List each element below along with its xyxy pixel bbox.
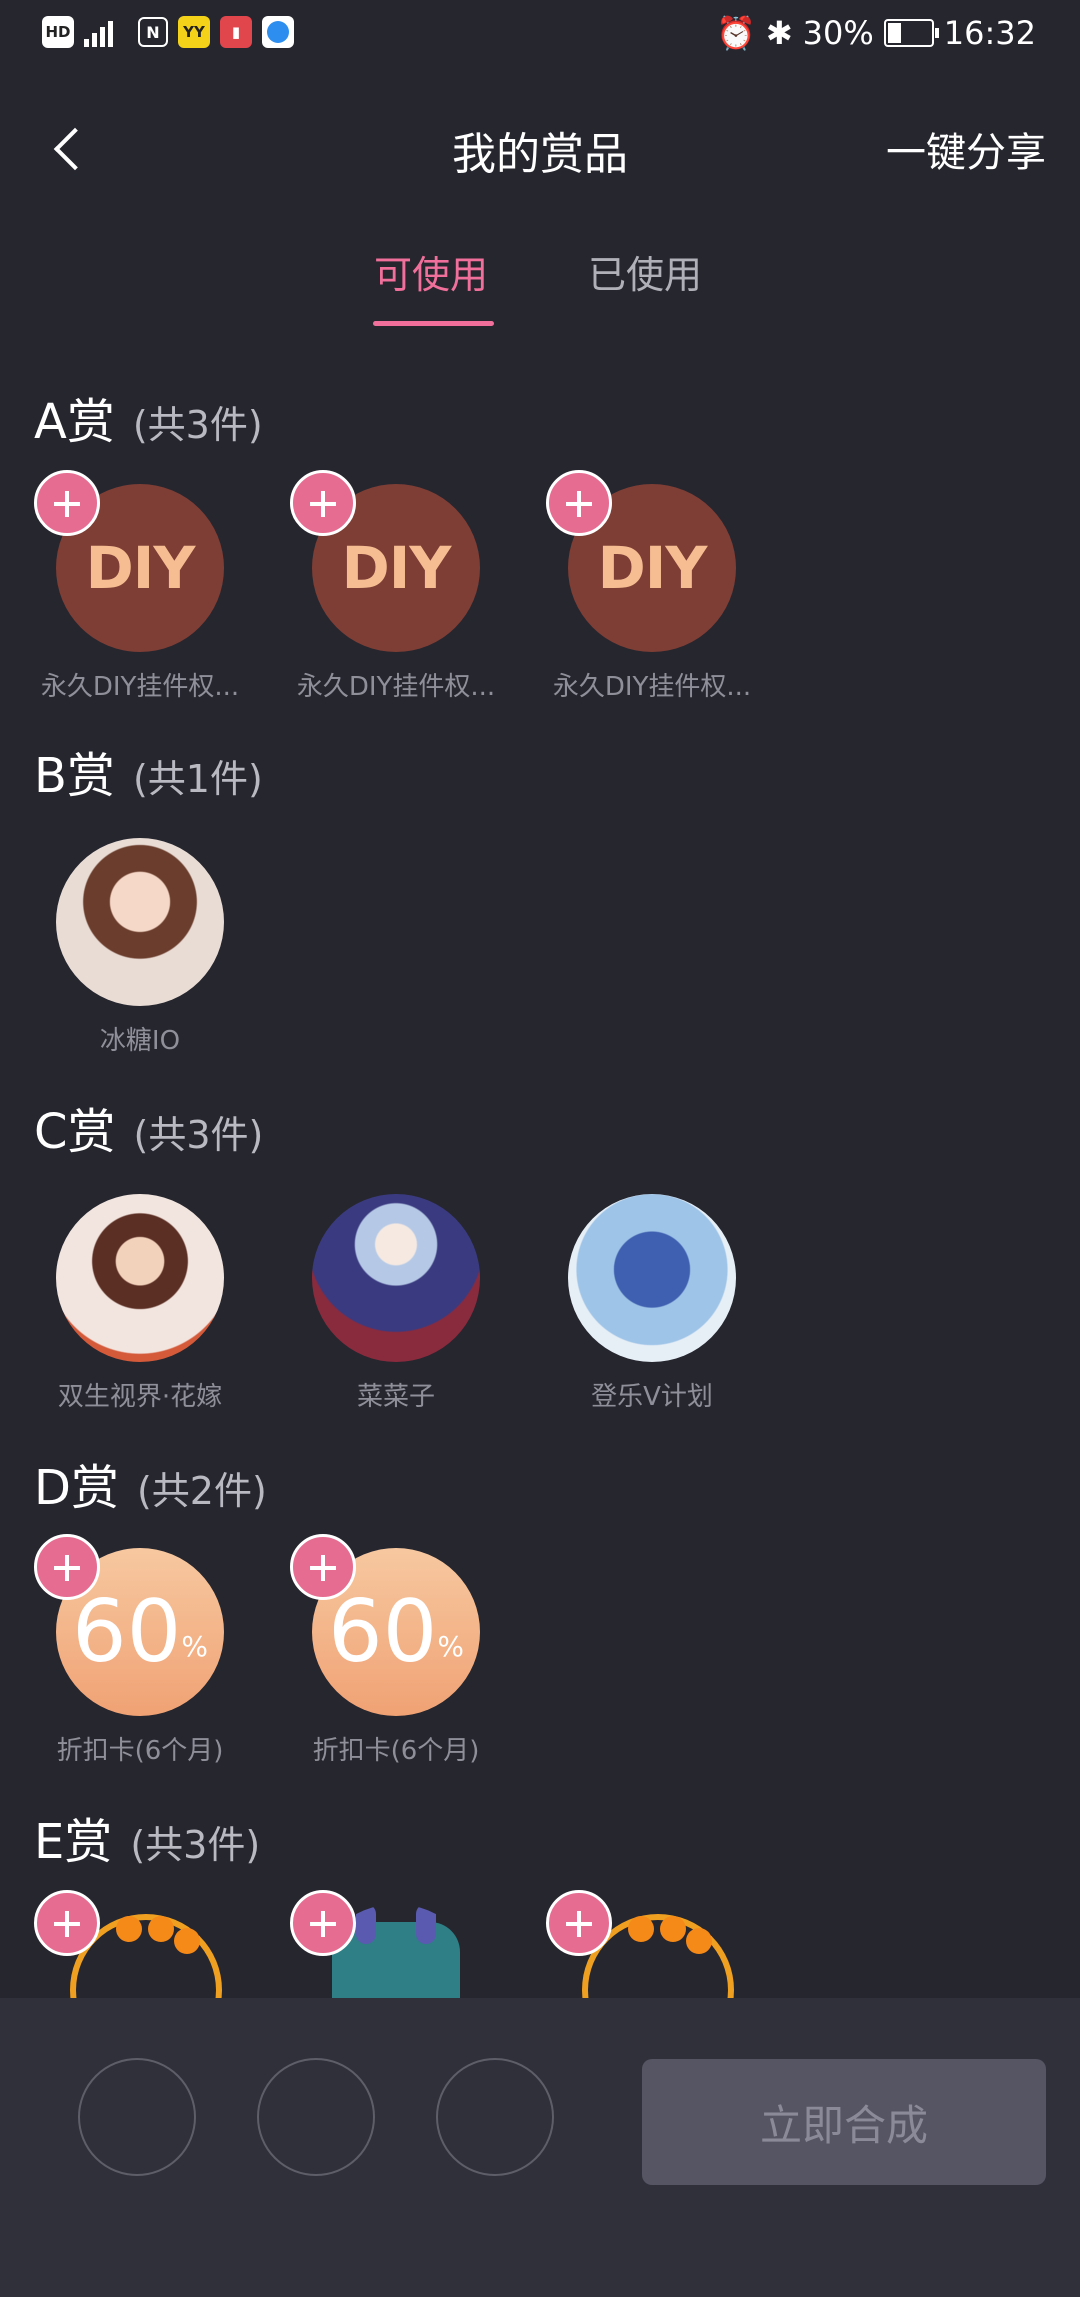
section-title: B赏 [34, 748, 115, 804]
compose-slot[interactable] [257, 2058, 375, 2176]
prize-item[interactable]: DIY 永久DIY挂件权... [34, 470, 264, 714]
bluetooth-icon: ✱ [765, 14, 793, 52]
alarm-icon: ⏰ [716, 14, 756, 52]
section-count: (共3件) [132, 403, 263, 447]
avatar-frame-image [56, 1194, 224, 1362]
section-c-header: C赏 (共3件) [34, 1092, 263, 1162]
blue-app-icon [262, 16, 294, 48]
item-label: 折扣卡(6个月) [56, 1736, 224, 1766]
avatar-frame-image [312, 1194, 480, 1362]
book-app-icon: ▮ [220, 16, 252, 48]
status-right: ⏰ ✱ 30% 16:32 [716, 14, 1036, 52]
prize-item[interactable]: 双生视界·花嫁 [34, 1194, 264, 1424]
item-label: 双生视界·花嫁 [57, 1382, 223, 1412]
add-icon[interactable] [290, 1534, 356, 1600]
add-icon[interactable] [290, 470, 356, 536]
clock: 16:32 [943, 14, 1036, 52]
status-bar: HD N YY ▮ ⏰ ✱ 30% 16:32 [0, 0, 1080, 70]
item-label: 菜菜子 [356, 1382, 435, 1412]
nfc-icon: N [138, 17, 168, 47]
compose-slot[interactable] [436, 2058, 554, 2176]
tab-available[interactable]: 可使用 [374, 244, 488, 299]
add-icon[interactable] [34, 470, 100, 536]
signal-icon [84, 17, 128, 47]
add-icon[interactable] [34, 1534, 100, 1600]
section-count: (共3件) [130, 1823, 261, 1867]
hd-icon: HD [42, 16, 74, 48]
avatar-frame-image [56, 838, 224, 1006]
share-all-button[interactable]: 一键分享 [886, 120, 1046, 178]
add-icon[interactable] [290, 1890, 356, 1956]
section-count: (共2件) [136, 1469, 267, 1513]
prize-item[interactable]: 60% 折扣卡(6个月) [34, 1534, 264, 1778]
avatar-frame-image [568, 1194, 736, 1362]
prize-item[interactable]: 菜菜子 [290, 1194, 520, 1424]
item-label: 永久DIY挂件权... [40, 672, 240, 702]
yy-app-icon: YY [178, 16, 210, 48]
section-count: (共1件) [132, 757, 263, 801]
tab-active-indicator [373, 321, 494, 326]
item-label: 登乐V计划 [591, 1382, 713, 1412]
section-count: (共3件) [133, 1113, 264, 1157]
item-label: 冰糖IO [99, 1026, 181, 1056]
battery-icon [883, 19, 939, 47]
tab-used[interactable]: 已使用 [588, 244, 702, 299]
add-icon[interactable] [34, 1890, 100, 1956]
section-title: D赏 [34, 1460, 119, 1516]
prize-item[interactable]: 冰糖IO [34, 838, 264, 1068]
item-label: 永久DIY挂件权... [296, 672, 496, 702]
battery-fill [887, 23, 901, 43]
prize-item[interactable]: DIY 永久DIY挂件权... [290, 470, 520, 714]
section-e-header: E赏 (共3件) [34, 1802, 260, 1872]
battery-percent: 30% [802, 14, 874, 52]
compose-now-button[interactable]: 立即合成 [642, 2059, 1046, 2185]
prize-item[interactable]: 登乐V计划 [546, 1194, 776, 1424]
prize-item[interactable]: DIY 永久DIY挂件权... [546, 470, 776, 714]
add-icon[interactable] [546, 1890, 612, 1956]
section-d-header: D赏 (共2件) [34, 1448, 267, 1518]
section-title: C赏 [34, 1104, 116, 1160]
section-title: E赏 [34, 1814, 113, 1870]
prize-item[interactable]: 60% 折扣卡(6个月) [290, 1534, 520, 1778]
compose-slot[interactable] [78, 2058, 196, 2176]
section-title: A赏 [34, 394, 115, 450]
add-icon[interactable] [546, 470, 612, 536]
item-label: 折扣卡(6个月) [312, 1736, 480, 1766]
section-a-header: A赏 (共3件) [34, 382, 263, 452]
status-left-icons: HD N YY ▮ [42, 16, 294, 48]
section-b-header: B赏 (共1件) [34, 736, 263, 806]
item-label: 永久DIY挂件权... [552, 672, 752, 702]
